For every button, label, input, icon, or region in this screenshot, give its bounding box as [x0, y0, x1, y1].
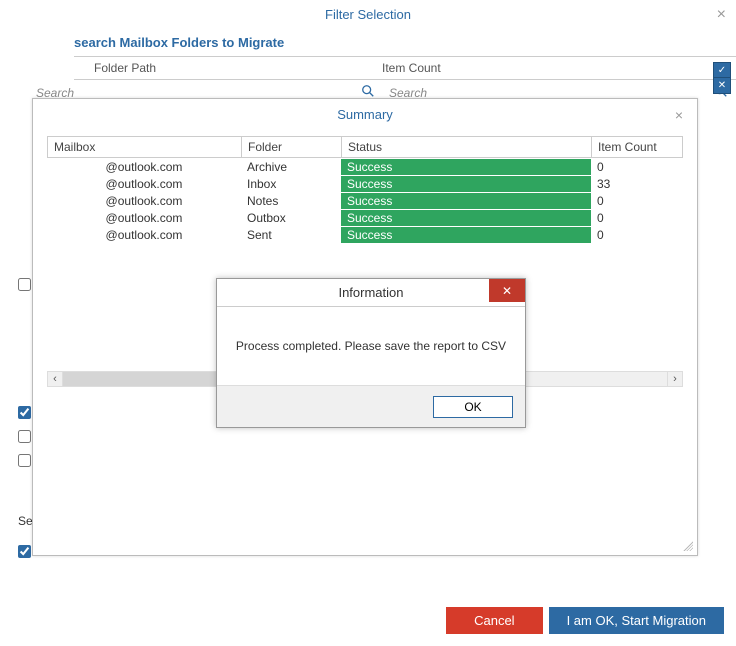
- information-title: Information ✕: [217, 279, 525, 307]
- cell-status: Success: [341, 159, 591, 175]
- summary-title: Summary: [33, 99, 697, 130]
- close-icon[interactable]: ×: [717, 6, 726, 24]
- cell-folder: Archive: [241, 160, 341, 174]
- folder-column-header: Folder Path Item Count: [74, 56, 736, 80]
- summary-table-header: Mailbox Folder Status Item Count: [47, 136, 683, 158]
- summary-table: Mailbox Folder Status Item Count @outloo…: [47, 136, 683, 243]
- check-all-icon[interactable]: ✓: [713, 62, 731, 78]
- close-icon[interactable]: ✕: [489, 279, 525, 302]
- scroll-left-icon[interactable]: ‹: [47, 371, 63, 387]
- information-message: Process completed. Please save the repor…: [217, 307, 525, 385]
- table-row[interactable]: @outlook.comSentSuccess0: [47, 226, 683, 243]
- col-mailbox: Mailbox: [48, 137, 242, 157]
- filter-selection-title: Filter Selection: [0, 0, 736, 29]
- folder-path-header: Folder Path: [74, 57, 374, 79]
- cell-folder: Outbox: [241, 211, 341, 225]
- cell-status: Success: [341, 227, 591, 243]
- cell-mailbox: @outlook.com: [47, 160, 241, 174]
- table-row[interactable]: @outlook.comNotesSuccess0: [47, 192, 683, 209]
- uncheck-all-icon[interactable]: ✕: [713, 78, 731, 94]
- information-dialog: Information ✕ Process completed. Please …: [216, 278, 526, 428]
- ok-button[interactable]: OK: [433, 396, 513, 418]
- cell-folder: Notes: [241, 194, 341, 208]
- col-folder: Folder: [242, 137, 342, 157]
- section-subtitle: search Mailbox Folders to Migrate: [0, 29, 736, 56]
- cell-count: 33: [591, 177, 683, 191]
- close-icon[interactable]: ×: [675, 107, 683, 123]
- resize-grip-icon[interactable]: [681, 539, 693, 551]
- cell-status: Success: [341, 210, 591, 226]
- cell-mailbox: @outlook.com: [47, 194, 241, 208]
- scroll-right-icon[interactable]: ›: [667, 371, 683, 387]
- item-count-header: Item Count: [374, 57, 736, 79]
- cell-count: 0: [591, 194, 683, 208]
- cell-folder: Sent: [241, 228, 341, 242]
- selection-toggle-group: ✓ ✕: [713, 62, 731, 94]
- cell-mailbox: @outlook.com: [47, 228, 241, 242]
- cell-status: Success: [341, 193, 591, 209]
- cell-folder: Inbox: [241, 177, 341, 191]
- table-row[interactable]: @outlook.comInboxSuccess33: [47, 175, 683, 192]
- cell-count: 0: [591, 160, 683, 174]
- cell-mailbox: @outlook.com: [47, 177, 241, 191]
- cell-count: 0: [591, 211, 683, 225]
- cancel-button[interactable]: Cancel: [446, 607, 542, 634]
- cell-status: Success: [341, 176, 591, 192]
- col-count: Item Count: [592, 137, 682, 157]
- cell-mailbox: @outlook.com: [47, 211, 241, 225]
- table-row[interactable]: @outlook.comArchiveSuccess0: [47, 158, 683, 175]
- table-row[interactable]: @outlook.comOutboxSuccess0: [47, 209, 683, 226]
- cell-count: 0: [591, 228, 683, 242]
- col-status: Status: [342, 137, 592, 157]
- start-migration-button[interactable]: I am OK, Start Migration: [549, 607, 724, 634]
